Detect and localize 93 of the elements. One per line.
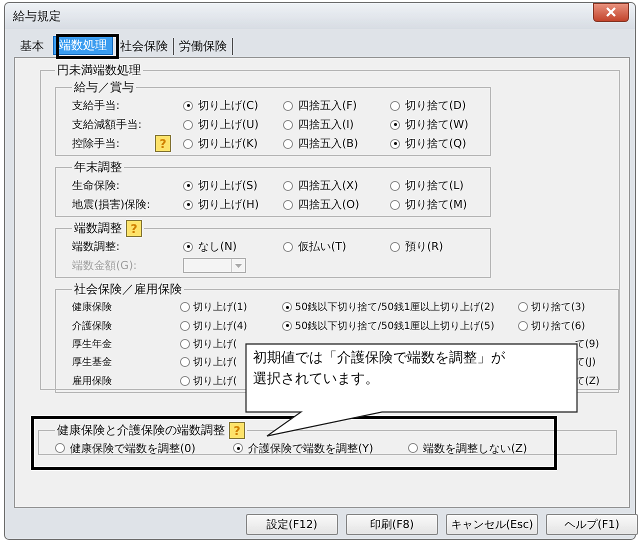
group-title: 社会保険／雇用保険: [74, 281, 182, 298]
radio-label[interactable]: 介護保険で端数を調整(Y): [248, 440, 374, 456]
radio-button[interactable]: [283, 100, 293, 110]
radio-label[interactable]: 健康保険で端数を調整(0): [70, 440, 196, 456]
radio-button[interactable]: [282, 302, 292, 312]
field-label: 端数調整:: [72, 239, 120, 254]
radio-button[interactable]: [283, 242, 293, 252]
callout-tooltip-text: 初期値では「介護保険で端数を調整」が選択されています。: [253, 349, 505, 389]
radio-label[interactable]: 50銭以下切り捨て/50銭1厘以上切り上げ(2): [295, 300, 494, 314]
radio-label[interactable]: 切り捨て(L): [405, 178, 464, 193]
group-title: 健康保険と介護保険の端数調整: [57, 422, 225, 439]
dialog-button[interactable]: ヘルプ(F1): [546, 514, 638, 535]
radio-label[interactable]: 50銭以下切り捨て/50銭1厘以上切り上げ(5): [295, 318, 494, 333]
field-label: 生命保険:: [72, 178, 120, 193]
group-title: 端数調整: [74, 220, 122, 237]
radio-button[interactable]: [183, 242, 193, 252]
window-title: 給与規定: [13, 8, 61, 24]
field-label: 雇用保険: [72, 374, 112, 388]
field-label: 控除手当:: [72, 136, 120, 151]
field-label: 地震(損害)保険:: [72, 197, 150, 212]
radio-button[interactable]: [183, 120, 193, 130]
radio-label[interactable]: 四捨五入(I): [298, 117, 354, 132]
radio-button[interactable]: [183, 200, 193, 210]
group-title: 年末調整: [74, 159, 122, 176]
highlight-frame: [56, 34, 119, 59]
field-label: 支給減額手当:: [72, 117, 142, 132]
radio-button[interactable]: [55, 443, 65, 453]
radio-button[interactable]: [180, 357, 190, 368]
radio-label[interactable]: 切り捨て(3): [531, 300, 586, 314]
radio-label[interactable]: 切り上げ(: [193, 355, 237, 370]
radio-label[interactable]: 切り上げ(4): [193, 318, 248, 333]
radio-label[interactable]: 切り上げ(S): [198, 178, 258, 193]
field-label: 厚生年金: [72, 338, 112, 351]
radio-label[interactable]: 切り捨て(M): [405, 197, 468, 212]
tab[interactable]: 労働保険: [174, 38, 233, 55]
radio-button[interactable]: [183, 138, 193, 148]
field-label: 支給手当:: [72, 98, 120, 113]
radio-label[interactable]: 切り上げ(C): [198, 98, 258, 113]
radio-label[interactable]: 切り上げ(H): [198, 197, 259, 212]
radio-button[interactable]: [282, 320, 292, 331]
radio-button[interactable]: [233, 443, 243, 453]
tab[interactable]: 基本: [15, 38, 49, 55]
radio-label[interactable]: 切り上げ(: [193, 336, 237, 351]
radio-label[interactable]: 切り上げ(1): [193, 300, 248, 314]
radio-label[interactable]: 仮払い(T): [298, 239, 346, 254]
radio-label[interactable]: 四捨五入(F): [298, 98, 357, 113]
radio-button[interactable]: [390, 100, 400, 110]
group-title: 円未満端数処理: [56, 62, 142, 79]
radio-button[interactable]: [390, 242, 400, 252]
radio-button[interactable]: [283, 180, 293, 190]
radio-button[interactable]: [518, 320, 528, 331]
radio-button[interactable]: [183, 100, 193, 110]
radio-label[interactable]: 切り捨て(D): [405, 98, 466, 113]
close-button[interactable]: [593, 2, 629, 22]
radio-button[interactable]: [180, 376, 190, 386]
radio-button[interactable]: [180, 320, 190, 331]
field-label: 健康保険: [72, 300, 112, 314]
radio-button[interactable]: [390, 120, 400, 130]
radio-button[interactable]: [390, 200, 400, 210]
dropdown-field[interactable]: [183, 258, 246, 273]
close-icon: [604, 7, 618, 17]
dialog-button[interactable]: 印刷(F8): [346, 514, 438, 535]
radio-button[interactable]: [408, 443, 418, 453]
field-label: 厚生基金: [72, 356, 112, 370]
radio-label[interactable]: 切り上げ(U): [198, 117, 259, 132]
dialog-button[interactable]: キャンセル(Esc): [446, 514, 538, 535]
radio-button[interactable]: [390, 180, 400, 190]
radio-button[interactable]: [283, 200, 293, 210]
radio-label[interactable]: 四捨五入(B): [298, 136, 358, 151]
radio-label[interactable]: 四捨五入(X): [298, 178, 358, 193]
radio-button[interactable]: [180, 302, 190, 312]
radio-label[interactable]: 切り捨て(Q): [405, 136, 466, 151]
radio-label[interactable]: 切り上げ(: [193, 374, 237, 388]
radio-button[interactable]: [180, 338, 190, 349]
radio-label[interactable]: て(9): [575, 336, 600, 351]
radio-button[interactable]: [283, 138, 293, 148]
radio-button[interactable]: [390, 138, 400, 148]
radio-label[interactable]: 四捨五入(O): [298, 197, 360, 212]
radio-label[interactable]: 預り(R): [405, 239, 444, 254]
group-title: 給与／賞与: [74, 79, 134, 96]
radio-button[interactable]: [283, 120, 293, 130]
field-label: 端数金額(G):: [72, 258, 137, 273]
radio-label[interactable]: 切り捨て(6): [531, 318, 586, 333]
tab[interactable]: 社会保険: [115, 38, 174, 55]
radio-label[interactable]: 端数を調整しない(Z): [423, 440, 528, 456]
radio-label[interactable]: 切り上げ(K): [198, 136, 258, 151]
radio-button[interactable]: [183, 180, 193, 190]
radio-label[interactable]: なし(N): [198, 239, 237, 254]
radio-label[interactable]: 切り捨て(W): [405, 117, 468, 132]
dialog-button[interactable]: 設定(F12): [246, 514, 338, 535]
field-label: 介護保険: [72, 320, 112, 333]
radio-button[interactable]: [518, 302, 528, 312]
caret-icon: [231, 259, 245, 272]
